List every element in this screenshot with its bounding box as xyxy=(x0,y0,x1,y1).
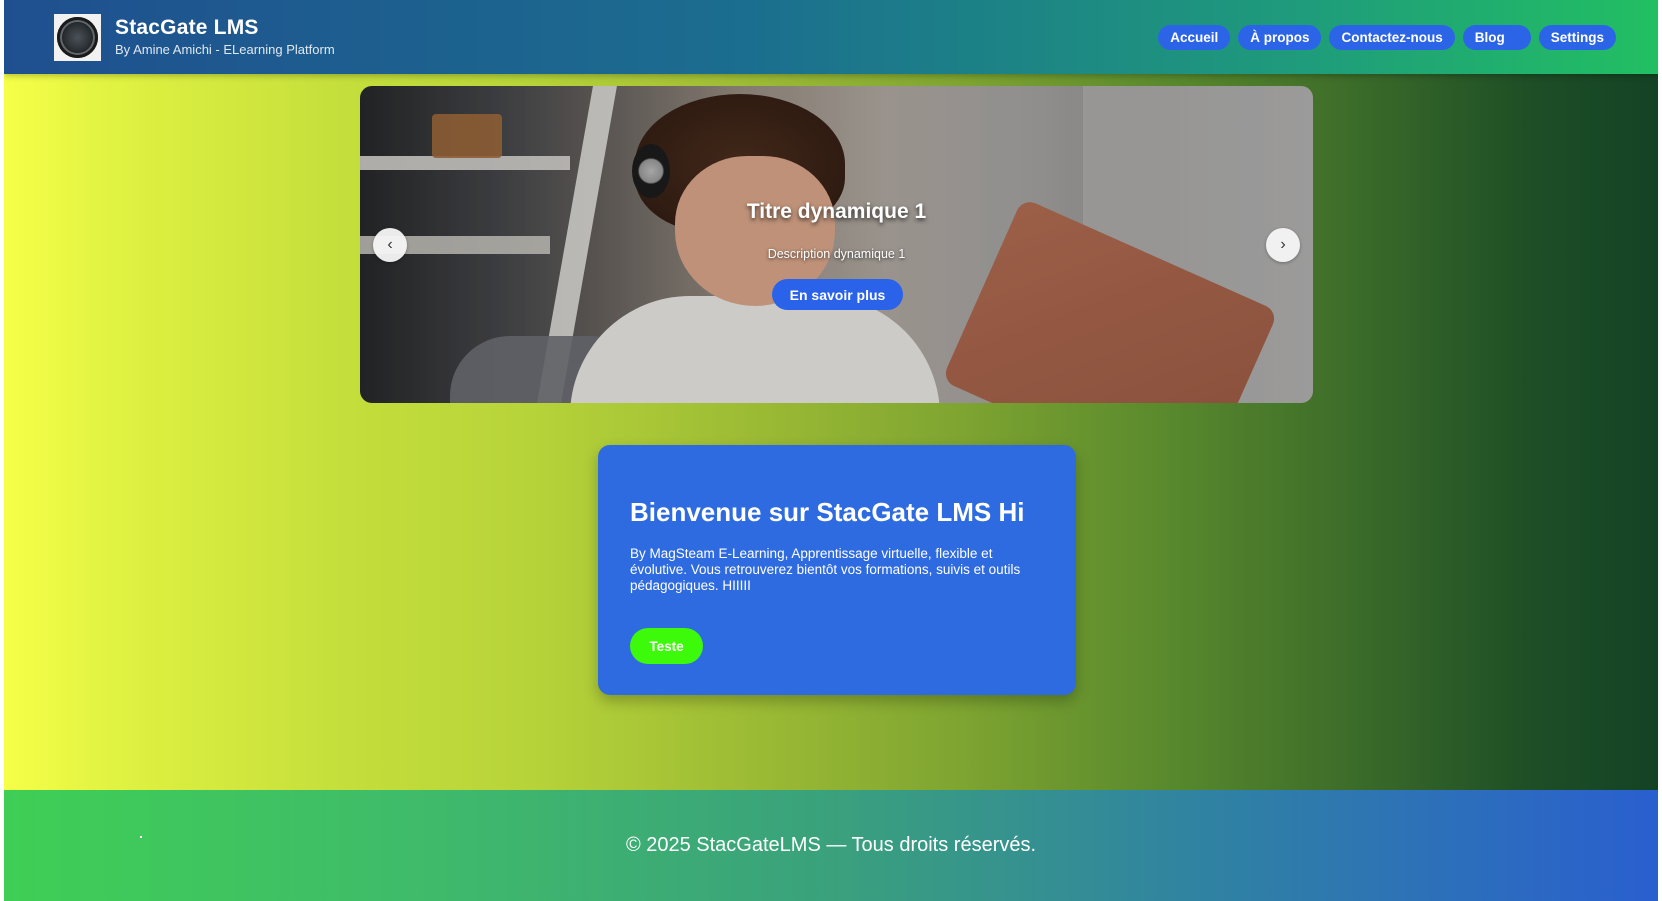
carousel-slide-title: Titre dynamique 1 xyxy=(746,200,927,223)
hero-carousel: Titre dynamique 1 Description dynamique … xyxy=(360,86,1313,403)
welcome-card: Bienvenue sur StacGate LMS Hi By MagStea… xyxy=(598,445,1076,695)
nav-blog-button[interactable]: Blog xyxy=(1462,25,1531,50)
logo-icon[interactable] xyxy=(54,14,101,61)
brand-title: StacGate LMS xyxy=(115,16,259,39)
nav-contact-button[interactable]: Contactez-nous xyxy=(1329,25,1455,50)
welcome-title: Bienvenue sur StacGate LMS Hi xyxy=(630,497,1025,527)
footer-copyright: © 2025 StacGateLMS — Tous droits réservé… xyxy=(625,834,1037,856)
teste-button[interactable]: Teste xyxy=(630,628,703,664)
nav-a-propos-button[interactable]: À propos xyxy=(1238,25,1322,50)
nav-accueil-button[interactable]: Accueil xyxy=(1158,25,1231,50)
nav-settings-button[interactable]: Settings xyxy=(1538,25,1616,50)
site-header: StacGate LMS By Amine Amichi - ELearning… xyxy=(4,0,1658,74)
main-content: Titre dynamique 1 Description dynamique … xyxy=(4,74,1658,790)
carousel-cta-button[interactable]: En savoir plus xyxy=(772,279,903,310)
welcome-text: By MagSteam E-Learning, Apprentissage vi… xyxy=(630,546,1021,593)
brand-subtitle: By Amine Amichi - ELearning Platform xyxy=(115,42,335,57)
page-frame: StacGate LMS By Amine Amichi - ELearning… xyxy=(4,0,1658,901)
logo-emblem xyxy=(57,17,98,58)
carousel-prev-icon[interactable]: ‹ xyxy=(373,228,407,262)
carousel-slide-description: Description dynamique 1 xyxy=(767,247,906,261)
carousel-overlay xyxy=(360,86,1313,403)
site-footer: © 2025 StacGateLMS — Tous droits réservé… xyxy=(4,790,1658,901)
carousel-next-icon[interactable]: › xyxy=(1266,228,1300,262)
main-nav: Accueil À propos Contactez-nous Blog Set… xyxy=(1158,25,1616,50)
